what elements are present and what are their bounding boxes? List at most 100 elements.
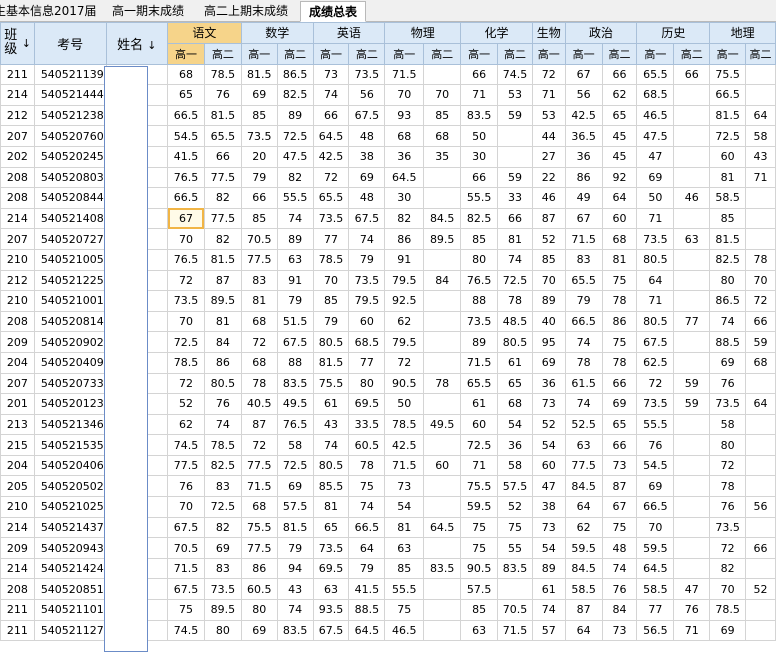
score-cell[interactable]: 55 [497, 537, 533, 559]
score-cell[interactable]: 85 [709, 207, 747, 230]
score-cell[interactable]: 62 [167, 413, 205, 436]
score-cell[interactable]: 59.5 [460, 496, 499, 518]
score-cell[interactable]: 82.5 [709, 248, 747, 271]
score-cell[interactable]: 74 [564, 331, 603, 353]
score-cell[interactable]: 68.5 [636, 84, 675, 106]
score-cell[interactable]: 64.5 [636, 557, 675, 580]
score-cell[interactable]: 85.5 [312, 475, 350, 498]
score-cell[interactable]: 67 [564, 207, 603, 230]
class-cell[interactable]: 211 [0, 63, 35, 86]
score-cell[interactable]: 74 [531, 599, 566, 621]
score-cell[interactable]: 76 [709, 372, 747, 395]
score-cell[interactable]: 59 [673, 372, 711, 395]
score-cell[interactable]: 68 [240, 496, 278, 518]
score-cell[interactable]: 71.5 [460, 351, 499, 374]
score-cell[interactable]: 71 [745, 166, 776, 189]
class-cell[interactable]: 208 [0, 310, 35, 333]
score-cell[interactable]: 73 [601, 619, 638, 642]
score-cell[interactable] [423, 599, 462, 621]
score-cell[interactable]: 63 [673, 228, 711, 250]
score-cell[interactable]: 73 [384, 475, 425, 498]
class-cell[interactable]: 201 [0, 393, 35, 415]
score-cell[interactable]: 87 [601, 475, 638, 498]
score-cell[interactable]: 86 [601, 310, 638, 333]
sort-arrow-icon[interactable]: ↓ [22, 37, 31, 50]
score-cell[interactable]: 48 [348, 187, 386, 209]
score-cell[interactable]: 52.5 [564, 413, 603, 436]
score-cell[interactable]: 70 [384, 84, 425, 106]
score-cell[interactable]: 78 [745, 248, 776, 271]
score-cell[interactable]: 85 [460, 228, 499, 250]
score-cell[interactable]: 72 [240, 434, 278, 456]
exam-number-cell[interactable]: 540520245 [33, 145, 107, 168]
score-cell[interactable]: 82 [709, 557, 747, 580]
class-cell[interactable]: 210 [0, 290, 35, 312]
score-cell[interactable]: 73.5 [348, 63, 386, 86]
score-cell[interactable]: 76 [709, 496, 747, 518]
score-cell[interactable]: 43 [312, 413, 350, 436]
score-cell[interactable]: 72.5 [497, 269, 533, 292]
score-cell[interactable] [423, 290, 462, 312]
score-cell[interactable]: 59.5 [564, 537, 603, 559]
score-cell[interactable]: 70 [167, 496, 205, 518]
score-cell[interactable]: 40 [531, 310, 566, 333]
score-cell[interactable]: 52 [531, 413, 566, 436]
score-cell[interactable]: 81.5 [312, 351, 350, 374]
score-cell[interactable] [673, 434, 711, 456]
score-cell[interactable]: 79 [348, 248, 386, 271]
grade-subheader[interactable]: 高一 [312, 42, 350, 65]
score-cell[interactable]: 63 [564, 434, 603, 456]
score-cell[interactable]: 89.5 [203, 599, 242, 621]
score-cell[interactable]: 73.5 [636, 393, 675, 415]
exam-number-cell[interactable]: 540521005 [33, 248, 107, 271]
score-cell[interactable]: 74.5 [167, 619, 205, 642]
score-cell[interactable]: 80.5 [497, 331, 533, 353]
score-cell[interactable]: 66 [673, 63, 711, 86]
score-cell[interactable]: 64 [564, 619, 603, 642]
class-cell[interactable]: 208 [0, 187, 35, 209]
score-cell[interactable]: 75 [601, 516, 638, 539]
score-cell[interactable]: 56 [745, 496, 776, 518]
score-cell[interactable]: 58.5 [564, 578, 603, 601]
score-cell[interactable]: 51.5 [276, 310, 314, 333]
score-cell[interactable]: 55.5 [460, 187, 499, 209]
score-cell[interactable] [423, 331, 462, 353]
score-cell[interactable]: 49.5 [276, 393, 314, 415]
score-cell[interactable]: 81 [203, 310, 242, 333]
score-cell[interactable]: 82.5 [276, 84, 314, 106]
class-column-header[interactable]: 班级 ↓ [0, 22, 35, 65]
score-cell[interactable] [745, 413, 776, 436]
exam-number-cell[interactable]: 540520727 [33, 228, 107, 250]
score-cell[interactable]: 27 [531, 145, 566, 168]
score-cell[interactable]: 75 [601, 269, 638, 292]
score-cell[interactable]: 71.5 [384, 454, 425, 477]
score-cell[interactable] [745, 557, 776, 580]
grade-subheader[interactable]: 高一 [384, 42, 425, 65]
score-cell[interactable]: 73.5 [709, 393, 747, 415]
score-cell[interactable]: 81.5 [709, 228, 747, 250]
score-cell[interactable]: 68 [240, 351, 278, 374]
score-cell[interactable] [673, 413, 711, 436]
score-cell[interactable]: 78 [423, 372, 462, 395]
score-cell[interactable]: 66 [601, 63, 638, 86]
score-cell[interactable]: 33 [497, 187, 533, 209]
grade-subheader[interactable]: 高二 [497, 42, 533, 65]
score-cell[interactable]: 75 [460, 516, 499, 539]
score-cell[interactable]: 67.5 [348, 104, 386, 127]
score-cell[interactable]: 43 [745, 145, 776, 168]
score-cell[interactable]: 80.5 [636, 248, 675, 271]
score-cell[interactable]: 94 [276, 557, 314, 580]
score-cell[interactable]: 66 [460, 166, 499, 189]
score-cell[interactable]: 87 [531, 207, 566, 230]
score-cell[interactable]: 73.5 [203, 578, 242, 601]
score-cell[interactable]: 66.5 [348, 516, 386, 539]
exam-number-cell[interactable]: 540520943 [33, 537, 107, 559]
score-cell[interactable]: 77.5 [240, 454, 278, 477]
score-cell[interactable]: 80.5 [312, 454, 350, 477]
score-cell[interactable] [745, 599, 776, 621]
score-cell[interactable]: 76.5 [460, 269, 499, 292]
score-cell[interactable] [673, 207, 711, 230]
score-cell[interactable]: 58 [276, 434, 314, 456]
score-cell[interactable]: 72.5 [167, 331, 205, 353]
score-cell[interactable]: 70.5 [240, 228, 278, 250]
